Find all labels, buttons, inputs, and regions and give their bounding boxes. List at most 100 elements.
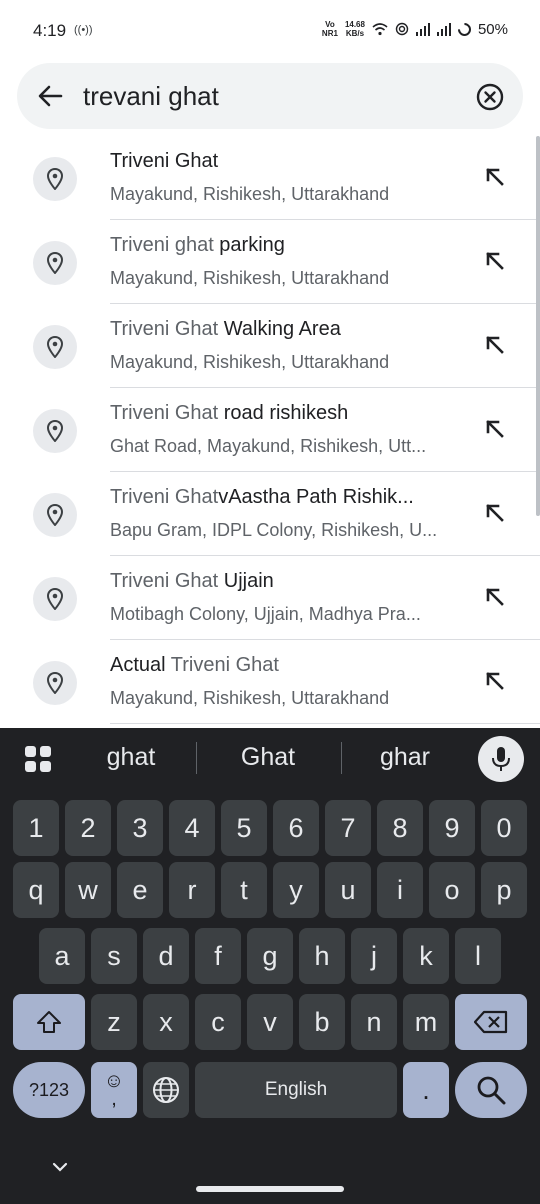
language-key[interactable] [143, 1062, 189, 1118]
key-letter[interactable]: v [247, 994, 293, 1050]
search-action-key[interactable] [455, 1062, 527, 1118]
fill-query-arrow-icon[interactable] [484, 250, 506, 272]
key-number[interactable]: 4 [169, 800, 215, 856]
hotspot-status-icon [395, 22, 409, 36]
key-number[interactable]: 5 [221, 800, 267, 856]
key-letter[interactable]: g [247, 928, 293, 984]
key-letter[interactable]: z [91, 994, 137, 1050]
key-letter[interactable]: l [455, 928, 501, 984]
volte-bottom: NR1 [321, 29, 338, 38]
location-pin-icon [47, 420, 63, 442]
fill-query-arrow-icon[interactable] [484, 670, 506, 692]
voice-input-button[interactable] [478, 736, 524, 782]
fill-query-arrow-icon[interactable] [484, 334, 506, 356]
key-letter[interactable]: d [143, 928, 189, 984]
mic-icon [492, 747, 510, 771]
key-number[interactable]: 9 [429, 800, 475, 856]
search-input[interactable] [83, 78, 463, 114]
shift-key[interactable] [13, 994, 85, 1050]
suggestion-title: Triveni Ghat Walking Area [110, 318, 462, 341]
results-scrollbar[interactable] [536, 136, 540, 516]
key-letter[interactable]: y [273, 862, 319, 918]
speed-value: 14.68 [344, 20, 365, 29]
title-extra: Triveni Ghat [110, 150, 219, 172]
back-arrow-icon[interactable] [35, 81, 65, 111]
suggestion-address: Ghat Road, Mayakund, Rishikesh, Utt... [110, 436, 427, 456]
volte-top: Vo [325, 20, 335, 29]
key-letter[interactable]: j [351, 928, 397, 984]
suggestion-row[interactable]: Triveni Ghat Ujjain Motibagh Colony, Ujj… [0, 556, 540, 640]
location-pin-icon [47, 504, 63, 526]
key-letter[interactable]: h [299, 928, 345, 984]
key-letter[interactable]: t [221, 862, 267, 918]
key-letter[interactable]: e [117, 862, 163, 918]
status-bar: 4:19 ((•)) Vo NR1 14.68 KB/s 50% [0, 0, 540, 62]
key-letter[interactable]: b [299, 994, 345, 1050]
key-letter[interactable]: m [403, 994, 449, 1050]
suggestion-row[interactable]: Actual Triveni Ghat Mayakund, Rishikesh,… [0, 640, 540, 724]
key-number[interactable]: 1 [13, 800, 59, 856]
suggestion-title: Triveni Ghat road rishikesh [110, 402, 462, 425]
key-letter[interactable]: a [39, 928, 85, 984]
space-key[interactable]: English [195, 1062, 397, 1118]
word-suggestion[interactable]: ghat [81, 743, 181, 772]
key-number[interactable]: 8 [377, 800, 423, 856]
title-match-tail: Triveni Ghat [170, 654, 279, 676]
key-letter[interactable]: r [169, 862, 215, 918]
suggestion-row[interactable]: Triveni ghat parking Mayakund, Rishikesh… [0, 220, 540, 304]
location-pin-icon [47, 252, 63, 274]
place-pin-badge [33, 661, 77, 705]
key-number[interactable]: 3 [117, 800, 163, 856]
word-suggestion[interactable]: Ghat [218, 743, 318, 772]
speed-unit: KB/s [345, 29, 365, 38]
key-letter[interactable]: q [13, 862, 59, 918]
symbols-key[interactable]: ?123 [13, 1062, 85, 1118]
backspace-key[interactable] [455, 994, 527, 1050]
fill-query-arrow-icon[interactable] [484, 502, 506, 524]
key-number[interactable]: 6 [273, 800, 319, 856]
fill-query-arrow-icon[interactable] [484, 166, 506, 188]
place-pin-badge [33, 241, 77, 285]
key-letter[interactable]: x [143, 994, 189, 1050]
key-letter[interactable]: u [325, 862, 371, 918]
key-number[interactable]: 0 [481, 800, 527, 856]
key-letter[interactable]: n [351, 994, 397, 1050]
fill-query-arrow-icon[interactable] [484, 586, 506, 608]
emoji-key[interactable]: ☺, [91, 1062, 137, 1118]
key-letter[interactable]: p [481, 862, 527, 918]
suggestion-row[interactable]: Triveni Ghat road rishikesh Ghat Road, M… [0, 388, 540, 472]
title-match: Triveni Ghat [110, 402, 219, 424]
signal-bars-2-icon [436, 22, 451, 36]
clear-search-icon[interactable] [475, 82, 505, 112]
location-pin-icon [47, 168, 63, 190]
title-extra: road rishikesh [218, 402, 349, 424]
search-icon [477, 1076, 506, 1105]
home-gesture-bar[interactable] [196, 1186, 344, 1192]
fill-query-arrow-icon[interactable] [484, 418, 506, 440]
key-number[interactable]: 7 [325, 800, 371, 856]
keyboard-apps-icon[interactable] [24, 745, 52, 773]
period-key[interactable]: . [403, 1062, 449, 1118]
key-letter[interactable]: k [403, 928, 449, 984]
volte-indicator: Vo NR1 [322, 20, 338, 38]
place-pin-badge [33, 157, 77, 201]
network-speed: 14.68 KB/s [345, 20, 365, 38]
suggestion-row[interactable]: Triveni Ghat Mayakund, Rishikesh, Uttara… [0, 136, 540, 220]
battery-icon [455, 19, 474, 39]
key-letter[interactable]: o [429, 862, 475, 918]
key-number[interactable]: 2 [65, 800, 111, 856]
search-bar [17, 63, 523, 129]
suggestion-strip: ghat Ghat ghar [0, 728, 540, 790]
key-letter[interactable]: c [195, 994, 241, 1050]
suggestion-row[interactable]: Triveni GhatvAastha Path Rishik... Bapu … [0, 472, 540, 556]
key-letter[interactable]: s [91, 928, 137, 984]
place-pin-badge [33, 409, 77, 453]
suggestion-row[interactable]: Triveni Ghat Walking Area Mayakund, Rish… [0, 304, 540, 388]
key-letter[interactable]: f [195, 928, 241, 984]
key-letter[interactable]: w [65, 862, 111, 918]
word-suggestion[interactable]: ghar [355, 743, 455, 772]
location-pin-icon [47, 588, 63, 610]
globe-icon [153, 1077, 179, 1103]
key-letter[interactable]: i [377, 862, 423, 918]
hide-keyboard-chevron-icon[interactable] [50, 1160, 70, 1174]
